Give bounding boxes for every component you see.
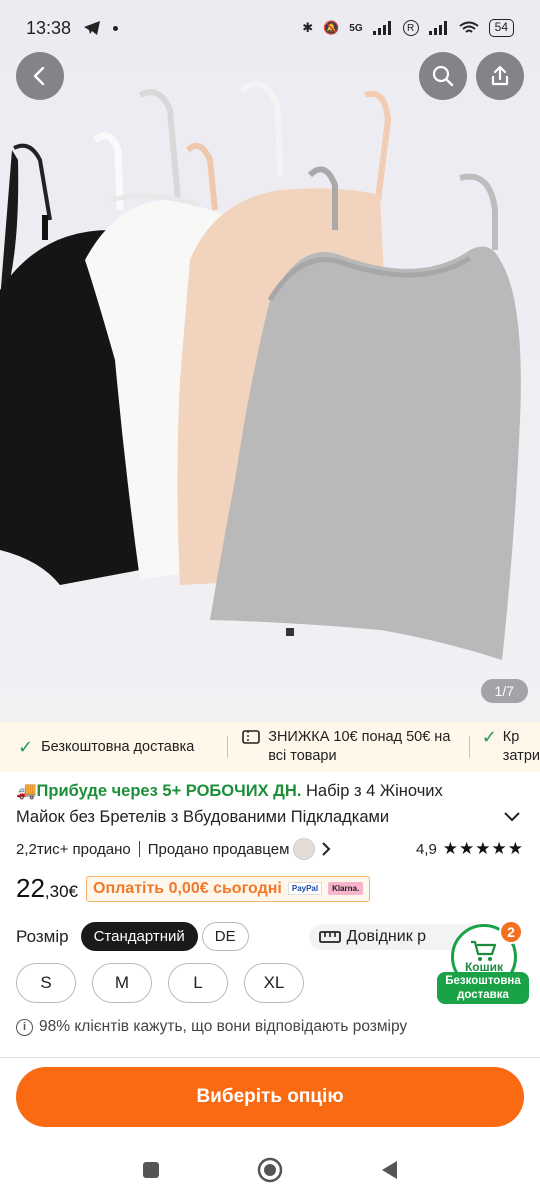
size-guide-label: Довідник р — [346, 927, 427, 945]
size-option-m[interactable]: M — [92, 963, 152, 1003]
truck-icon: 🚚 — [16, 782, 37, 800]
search-button[interactable] — [419, 52, 467, 100]
registered-icon: R — [402, 20, 419, 36]
promo-free-shipping-label: Безкоштовна доставка — [41, 739, 195, 755]
signal-icon — [372, 21, 391, 35]
product-meta: 2,2тис+ продано Продано продавцем 4,9 ★★… — [16, 838, 524, 860]
product-title[interactable]: 🚚Прибуде через 5+ РОБОЧИХ ДН. Набір з 4 … — [16, 778, 524, 830]
notification-dot-icon — [113, 25, 119, 31]
fit-note: i 98% клієнтів кажуть, що вони відповіда… — [16, 1018, 407, 1036]
rating-stars-icon: ★★★★★ — [442, 839, 524, 858]
promo-third-line1: Кр — [502, 729, 520, 745]
price: 22,30€ — [16, 873, 78, 904]
cart-icon — [471, 940, 497, 961]
select-option-button[interactable]: Виберіть опцію — [16, 1067, 524, 1127]
price-integer: 22 — [16, 873, 45, 903]
search-icon — [432, 65, 454, 87]
check-icon-2: ✓ — [481, 727, 497, 747]
ruler-icon — [318, 930, 341, 943]
sold-count: 2,2тис+ продано — [16, 840, 131, 858]
klarna-logo: Klarna. — [328, 882, 364, 895]
title-part2: Майок без Бретелів з Вбудованими Підклад… — [16, 808, 390, 826]
product-gallery[interactable]: 1/7 — [0, 0, 540, 722]
title-part1: Набір з 4 Жіночих — [301, 782, 443, 800]
chevron-down-icon[interactable] — [504, 812, 520, 822]
check-icon: ✓ — [18, 736, 34, 757]
seller-avatar[interactable] — [293, 838, 316, 860]
product-photo — [0, 81, 521, 660]
coupon-icon — [242, 730, 261, 744]
price-decimal: ,30€ — [44, 882, 79, 901]
info-icon: i — [16, 1018, 33, 1036]
telegram-icon — [84, 21, 101, 35]
gallery-counter: 1/7 — [480, 679, 528, 703]
network-label: 5G — [349, 22, 363, 34]
promo-third[interactable]: ✓ Кр затри — [470, 728, 540, 766]
system-nav-bar — [0, 1140, 540, 1200]
meta-divider — [138, 841, 140, 857]
arrival-estimate: Прибуде через 5+ РОБОЧИХ ДН. — [36, 782, 302, 800]
size-label: Розмір — [16, 926, 69, 946]
seller-link[interactable]: Продано продавцем — [148, 841, 290, 858]
price-row: 22,30€ Оплатіть 0,00€ сьогодні PayPal Kl… — [16, 873, 371, 904]
size-system-standard[interactable]: Стандартний — [80, 922, 198, 951]
back-button[interactable] — [16, 52, 64, 100]
status-time: 13:38 — [26, 17, 72, 38]
size-system-de[interactable]: DE — [201, 922, 249, 951]
promo-third-line2: затри — [502, 748, 540, 764]
size-option-xl[interactable]: XL — [244, 963, 304, 1003]
recents-icon[interactable] — [141, 1160, 161, 1180]
cart-count-badge: 2 — [499, 920, 523, 944]
chevron-right-icon[interactable] — [321, 842, 331, 856]
bluetooth-icon: ✱ — [302, 20, 314, 35]
paypal-logo: PayPal — [287, 882, 323, 895]
promo-free-shipping[interactable]: ✓ Безкоштовна доставка — [0, 737, 227, 758]
share-button[interactable] — [476, 52, 524, 100]
home-icon[interactable] — [257, 1157, 283, 1183]
back-nav-icon[interactable] — [379, 1159, 399, 1181]
divider — [0, 1057, 540, 1058]
rating[interactable]: 4,9 ★★★★★ — [416, 839, 524, 859]
cart-free-line1: Безкоштовна — [445, 975, 521, 987]
signal-icon-2 — [428, 21, 447, 35]
size-option-l[interactable]: L — [168, 963, 228, 1003]
pay-later-badge[interactable]: Оплатіть 0,00€ сьогодні PayPal Klarna. — [86, 875, 371, 902]
cart-button[interactable]: Кошик 2 Безкоштовна доставка — [437, 920, 529, 1004]
wifi-icon — [459, 21, 479, 33]
rating-value: 4,9 — [415, 840, 437, 858]
size-options: S M L XL — [16, 963, 304, 1003]
share-icon — [491, 65, 509, 86]
fit-note-text: 98% клієнтів кажуть, що вони відповідают… — [39, 1018, 408, 1035]
product-screen: 1/7 13:38 ✱ 🔕 5G R 54 ✓ Безкоштовна дост… — [0, 0, 540, 1200]
chevron-left-icon — [33, 66, 45, 86]
pay-today-label: Оплатіть 0,00€ сьогодні — [93, 879, 282, 897]
cart-free-line2: доставка — [457, 989, 509, 1001]
mute-icon: 🔕 — [323, 20, 340, 35]
promo-discount-label: ЗНИЖКА 10€ понад 50€ на всі товари — [268, 729, 451, 764]
status-bar: 13:38 ✱ 🔕 5G R 54 — [0, 0, 540, 56]
promo-discount[interactable]: ЗНИЖКА 10€ понад 50€ на всі товари — [228, 728, 469, 766]
promo-strip[interactable]: ✓ Безкоштовна доставка ЗНИЖКА 10€ понад … — [0, 722, 540, 772]
cart-free-shipping: Безкоштовна доставка — [437, 972, 529, 1004]
battery-level: 54 — [488, 19, 514, 37]
size-option-s[interactable]: S — [16, 963, 76, 1003]
